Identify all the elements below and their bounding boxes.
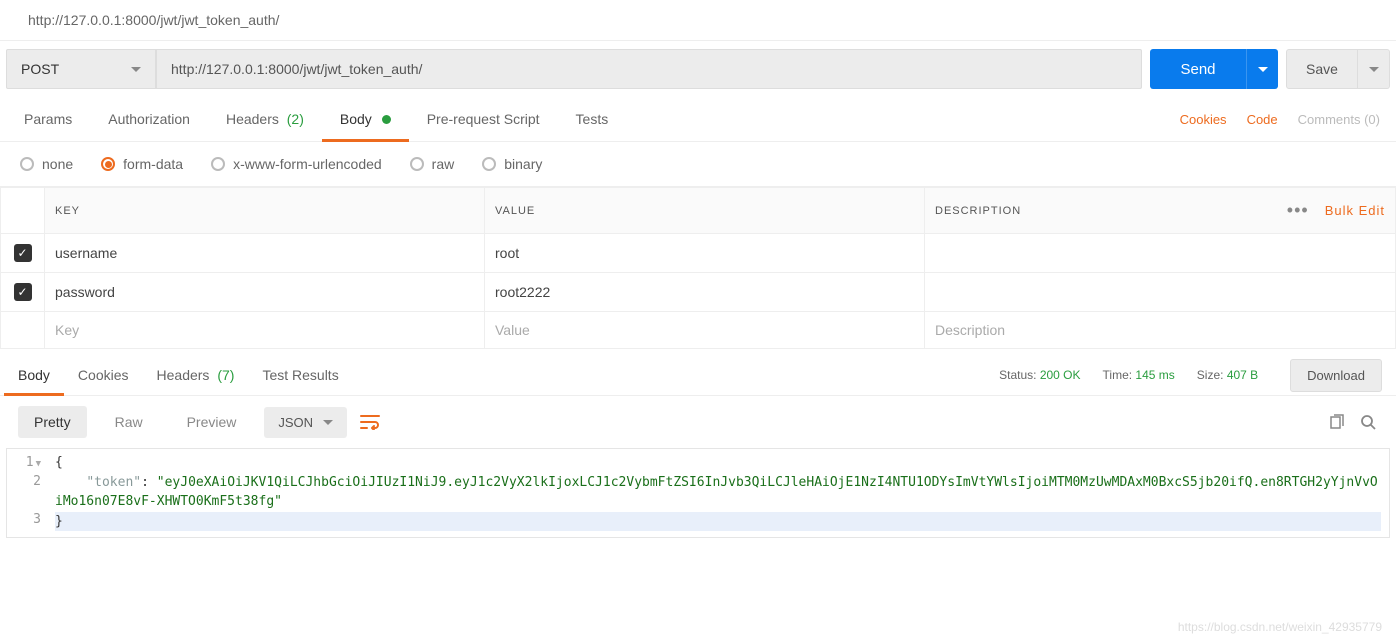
http-method-select[interactable]: POST — [6, 49, 156, 89]
radio-icon — [482, 157, 496, 171]
cookies-link[interactable]: Cookies — [1170, 112, 1237, 127]
save-button[interactable]: Save — [1286, 49, 1358, 89]
body-type-urlencoded[interactable]: x-www-form-urlencoded — [211, 156, 382, 172]
http-method-value: POST — [21, 61, 59, 77]
tab-prerequest[interactable]: Pre-request Script — [409, 97, 558, 141]
download-button[interactable]: Download — [1290, 359, 1382, 392]
description-cell[interactable] — [925, 273, 1396, 312]
key-cell[interactable]: username — [45, 234, 485, 273]
resp-tab-cookies[interactable]: Cookies — [64, 355, 143, 395]
radio-icon — [20, 157, 34, 171]
tab-headers[interactable]: Headers (2) — [208, 97, 322, 141]
body-type-row: none form-data x-www-form-urlencoded raw… — [0, 142, 1396, 187]
copy-icon[interactable] — [1326, 412, 1346, 432]
chevron-down-icon — [1258, 67, 1268, 72]
more-options-icon[interactable]: ••• — [1287, 200, 1309, 221]
watermark: https://blog.csdn.net/weixin_42935779 — [1178, 620, 1382, 634]
request-tab-title: http://127.0.0.1:8000/jwt/jwt_token_auth… — [0, 0, 1396, 41]
body-type-formdata[interactable]: form-data — [101, 156, 183, 172]
search-icon[interactable] — [1358, 412, 1378, 432]
tab-headers-label: Headers — [226, 111, 279, 127]
save-dropdown-button[interactable] — [1358, 49, 1390, 89]
status-value: 200 OK — [1040, 368, 1081, 382]
send-dropdown-button[interactable] — [1246, 49, 1278, 89]
tab-params[interactable]: Params — [6, 97, 90, 141]
headers-count: (2) — [287, 111, 304, 127]
response-meta: Status: 200 OK Time: 145 ms Size: 407 B … — [999, 359, 1392, 392]
description-cell[interactable] — [925, 234, 1396, 273]
description-placeholder[interactable]: Description — [925, 312, 1396, 349]
key-header: KEY — [45, 188, 485, 234]
request-tabs: Params Authorization Headers (2) Body Pr… — [0, 97, 1396, 142]
line-gutter: 1▼ 2 3 — [7, 449, 47, 537]
body-type-none[interactable]: none — [20, 156, 73, 172]
value-cell[interactable]: root2222 — [485, 273, 925, 312]
table-row-empty: Key Value Description — [1, 312, 1396, 349]
view-pretty[interactable]: Pretty — [18, 406, 87, 438]
chevron-down-icon — [1369, 67, 1379, 72]
tab-body-label: Body — [340, 111, 372, 127]
bulk-edit-link[interactable]: Bulk Edit — [1325, 203, 1385, 218]
language-select[interactable]: JSON — [264, 407, 347, 438]
resp-headers-count: (7) — [217, 367, 234, 383]
response-body-viewer[interactable]: 1▼ 2 3 { "token": "eyJ0eXAiOiJKV1QiLCJhb… — [6, 448, 1390, 538]
resp-tab-body[interactable]: Body — [4, 355, 64, 395]
tab-authorization[interactable]: Authorization — [90, 97, 208, 141]
request-row: POST Send Save — [0, 41, 1396, 97]
table-row: ✓ username root — [1, 234, 1396, 273]
code-link[interactable]: Code — [1237, 112, 1288, 127]
body-modified-indicator — [382, 115, 391, 124]
value-cell[interactable]: root — [485, 234, 925, 273]
body-type-binary[interactable]: binary — [482, 156, 542, 172]
row-checkbox[interactable]: ✓ — [14, 283, 32, 301]
table-checkbox-header — [1, 188, 45, 234]
size-value: 407 B — [1227, 368, 1258, 382]
view-raw[interactable]: Raw — [99, 406, 159, 438]
send-button[interactable]: Send — [1150, 49, 1246, 89]
comments-link[interactable]: Comments (0) — [1288, 112, 1390, 127]
wrap-lines-icon[interactable] — [359, 413, 381, 431]
response-tabs: Body Cookies Headers (7) Test Results St… — [0, 355, 1396, 396]
key-placeholder[interactable]: Key — [45, 312, 485, 349]
table-row: ✓ password root2222 — [1, 273, 1396, 312]
resp-tab-headers[interactable]: Headers (7) — [143, 355, 249, 395]
viewer-toolbar: Pretty Raw Preview JSON — [0, 396, 1396, 448]
value-placeholder[interactable]: Value — [485, 312, 925, 349]
body-type-raw[interactable]: raw — [410, 156, 455, 172]
tab-body[interactable]: Body — [322, 97, 409, 141]
radio-icon — [211, 157, 225, 171]
description-header: DESCRIPTION ••• Bulk Edit — [925, 188, 1396, 234]
form-data-table: KEY VALUE DESCRIPTION ••• Bulk Edit ✓ us… — [0, 187, 1396, 349]
view-preview[interactable]: Preview — [171, 406, 253, 438]
value-header: VALUE — [485, 188, 925, 234]
time-value: 145 ms — [1135, 368, 1174, 382]
radio-icon — [410, 157, 424, 171]
radio-icon — [101, 157, 115, 171]
url-input[interactable] — [156, 49, 1142, 89]
code-content[interactable]: { "token": "eyJ0eXAiOiJKV1QiLCJhbGciOiJI… — [47, 449, 1389, 537]
chevron-down-icon — [131, 67, 141, 72]
resp-tab-testresults[interactable]: Test Results — [248, 355, 352, 395]
tab-tests[interactable]: Tests — [558, 97, 627, 141]
key-cell[interactable]: password — [45, 273, 485, 312]
row-checkbox[interactable]: ✓ — [14, 244, 32, 262]
chevron-down-icon — [323, 420, 333, 425]
